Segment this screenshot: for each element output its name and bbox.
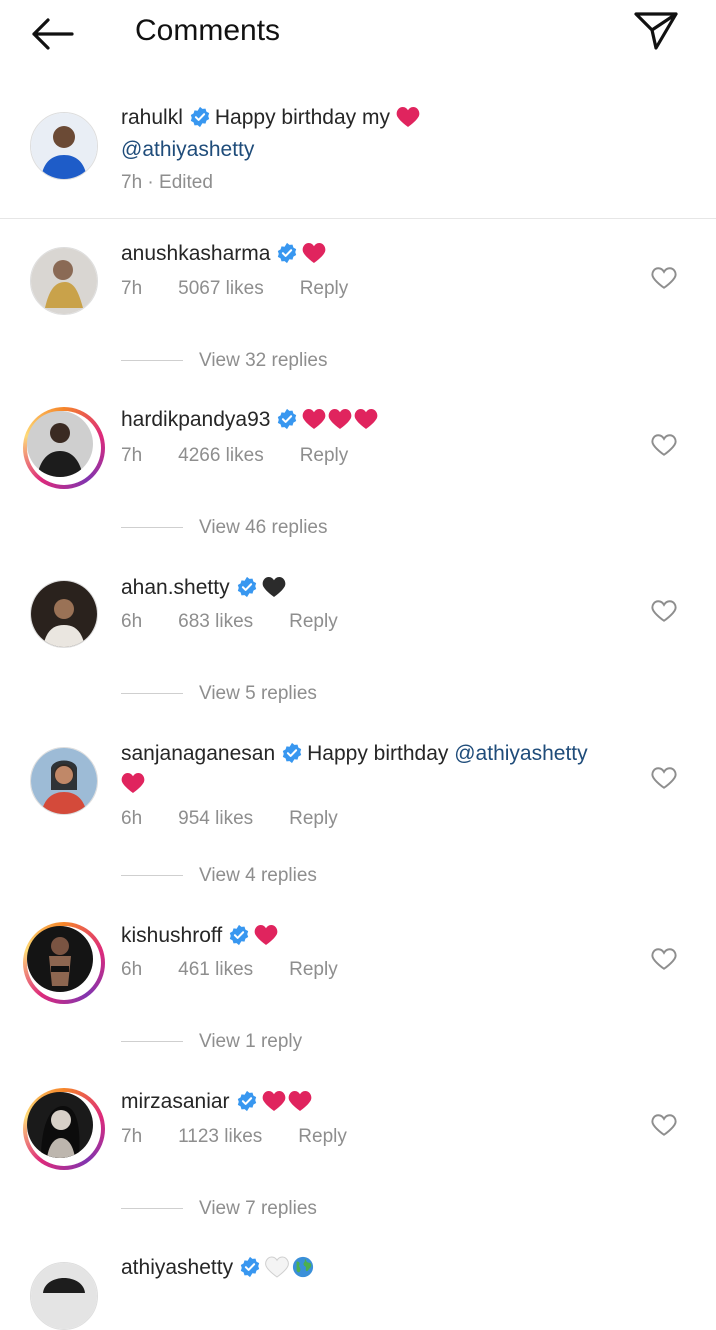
page-title: Comments bbox=[135, 14, 281, 47]
view-replies-label[interactable]: View 4 replies bbox=[199, 865, 317, 886]
view-replies-link[interactable]: View 1 reply bbox=[121, 1031, 302, 1053]
verified-badge-icon bbox=[189, 106, 211, 128]
post-caption: rahulkl Happy birthday my @athiyashetty 7… bbox=[0, 90, 716, 219]
view-replies-link[interactable]: View 5 replies bbox=[121, 683, 317, 705]
mention-link[interactable]: @athiyashetty bbox=[454, 742, 587, 765]
back-arrow-icon[interactable] bbox=[28, 14, 78, 54]
view-replies-link[interactable]: View 7 replies bbox=[121, 1198, 317, 1220]
username[interactable]: anushkasharma bbox=[121, 242, 270, 265]
view-replies-label[interactable]: View 1 reply bbox=[199, 1031, 302, 1052]
username[interactable]: kishushroff bbox=[121, 924, 222, 947]
reply-button[interactable]: Reply bbox=[300, 445, 349, 466]
avatar[interactable] bbox=[30, 580, 98, 648]
view-replies-label[interactable]: View 5 replies bbox=[199, 683, 317, 704]
timestamp: 6h bbox=[121, 611, 143, 632]
like-heart-icon[interactable] bbox=[651, 433, 677, 457]
caption-meta: 7h · Edited bbox=[121, 172, 213, 193]
mention-link[interactable]: @athiyashetty bbox=[121, 138, 254, 161]
avatar[interactable] bbox=[30, 747, 98, 815]
avatar[interactable] bbox=[30, 112, 98, 180]
divider bbox=[121, 1041, 183, 1043]
username[interactable]: athiyashetty bbox=[121, 1256, 233, 1279]
divider bbox=[121, 527, 183, 529]
verified-badge-icon bbox=[236, 576, 258, 598]
reply-button[interactable]: Reply bbox=[289, 611, 338, 632]
divider bbox=[121, 360, 183, 362]
verified-badge-icon bbox=[228, 924, 250, 946]
view-replies-link[interactable]: View 4 replies bbox=[121, 865, 317, 887]
red-heart-emoji-icon bbox=[262, 1090, 286, 1112]
caption-body: Happy birthday my bbox=[214, 106, 390, 129]
red-heart-emoji-icon bbox=[121, 772, 145, 794]
verified-badge-icon bbox=[281, 742, 303, 764]
divider bbox=[121, 693, 183, 695]
username[interactable]: mirzasaniar bbox=[121, 1090, 230, 1113]
red-heart-emoji-icon bbox=[254, 924, 278, 946]
timestamp: 7h bbox=[121, 278, 143, 299]
likes-count[interactable]: 461 likes bbox=[178, 959, 253, 980]
red-heart-emoji-icon bbox=[328, 408, 352, 430]
view-replies-link[interactable]: View 32 replies bbox=[121, 350, 328, 372]
story-ring[interactable] bbox=[23, 407, 105, 489]
red-heart-emoji-icon bbox=[288, 1090, 312, 1112]
red-heart-emoji-icon bbox=[302, 242, 326, 264]
like-heart-icon[interactable] bbox=[651, 947, 677, 971]
red-heart-emoji-icon bbox=[354, 408, 378, 430]
verified-badge-icon bbox=[239, 1256, 261, 1278]
avatar[interactable] bbox=[27, 926, 93, 992]
like-heart-icon[interactable] bbox=[651, 766, 677, 790]
globe-emoji-icon bbox=[291, 1256, 315, 1278]
divider bbox=[121, 875, 183, 877]
timestamp: 7h bbox=[121, 445, 143, 466]
story-ring[interactable] bbox=[23, 1088, 105, 1170]
caption-text: rahulkl Happy birthday my bbox=[121, 106, 420, 130]
red-heart-emoji-icon bbox=[396, 106, 420, 128]
verified-badge-icon bbox=[236, 1090, 258, 1112]
reply-button[interactable]: Reply bbox=[289, 959, 338, 980]
likes-count[interactable]: 954 likes bbox=[178, 808, 253, 829]
timestamp: 6h bbox=[121, 959, 143, 980]
red-heart-emoji-icon bbox=[302, 408, 326, 430]
reply-button[interactable]: Reply bbox=[298, 1126, 347, 1147]
verified-badge-icon bbox=[276, 242, 298, 264]
verified-badge-icon bbox=[276, 408, 298, 430]
username[interactable]: sanjanaganesan bbox=[121, 742, 275, 765]
avatar[interactable] bbox=[30, 1262, 98, 1330]
likes-count[interactable]: 5067 likes bbox=[178, 278, 264, 299]
view-replies-label[interactable]: View 46 replies bbox=[199, 517, 328, 538]
avatar[interactable] bbox=[27, 411, 93, 477]
reply-button[interactable]: Reply bbox=[300, 278, 349, 299]
avatar[interactable] bbox=[27, 1092, 93, 1158]
divider bbox=[121, 1208, 183, 1210]
username[interactable]: hardikpandya93 bbox=[121, 408, 270, 431]
reply-button[interactable]: Reply bbox=[289, 808, 338, 829]
timestamp: 7h bbox=[121, 1126, 143, 1147]
edited-label: Edited bbox=[159, 172, 213, 193]
timestamp: 6h bbox=[121, 808, 143, 829]
view-replies-label[interactable]: View 7 replies bbox=[199, 1198, 317, 1219]
view-replies-link[interactable]: View 46 replies bbox=[121, 517, 328, 539]
like-heart-icon[interactable] bbox=[651, 599, 677, 623]
story-ring[interactable] bbox=[23, 922, 105, 1004]
avatar[interactable] bbox=[30, 247, 98, 315]
likes-count[interactable]: 1123 likes bbox=[178, 1126, 262, 1147]
black-heart-emoji-icon bbox=[262, 576, 286, 598]
username[interactable]: rahulkl bbox=[121, 106, 183, 129]
like-heart-icon[interactable] bbox=[651, 1113, 677, 1137]
like-heart-icon[interactable] bbox=[651, 266, 677, 290]
likes-count[interactable]: 683 likes bbox=[178, 611, 253, 632]
timestamp: 7h bbox=[121, 172, 143, 193]
top-bar: Comments bbox=[0, 0, 716, 70]
white-heart-emoji-icon bbox=[265, 1256, 289, 1278]
likes-count[interactable]: 4266 likes bbox=[178, 445, 264, 466]
username[interactable]: ahan.shetty bbox=[121, 576, 230, 599]
view-replies-label[interactable]: View 32 replies bbox=[199, 350, 328, 371]
comment-body: Happy birthday bbox=[307, 742, 449, 765]
send-direct-icon[interactable] bbox=[630, 8, 682, 54]
